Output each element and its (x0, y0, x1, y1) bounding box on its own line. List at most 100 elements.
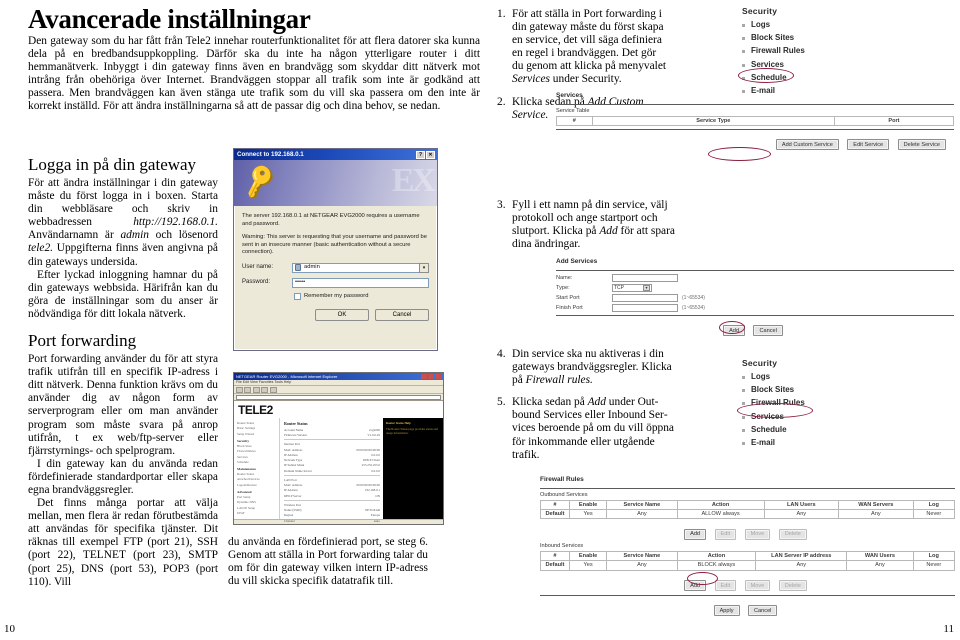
sidebar-item-block-sites[interactable]: Block Sites (742, 33, 805, 42)
field-finish-port-row: Finish Port (1~65534) (556, 304, 954, 312)
add-services-buttons: Add Cancel (556, 319, 954, 337)
type-select[interactable]: TCP ▾ (612, 284, 652, 292)
sidebar-item-firewall-rules[interactable]: Firewall Rules (742, 398, 805, 407)
back-icon[interactable] (235, 386, 243, 393)
sidebar-item-schedule[interactable]: Schedule (742, 425, 805, 434)
status-row: MAC Address 00:00:00:00:00:00 (284, 447, 380, 452)
dialog-footer: OK Cancel (234, 308, 437, 321)
security-menu-title: Security (742, 358, 778, 368)
inbound-add-button[interactable]: Add (684, 580, 707, 591)
divider (284, 439, 380, 441)
finish-port-input[interactable] (612, 304, 678, 312)
step-number: 1. (497, 8, 506, 20)
step-number: 4. (497, 348, 506, 360)
nav-item[interactable]: Attached Devices (237, 477, 276, 481)
section-heading-login: Logga in på din gateway (28, 155, 197, 174)
outbound-services-label: Outbound Services (540, 492, 588, 498)
cancel-button[interactable]: Cancel (753, 325, 783, 336)
col-action: Action (676, 499, 765, 510)
nav-item[interactable]: Services (237, 455, 276, 459)
nav-item[interactable]: LAN IP Setup (237, 506, 276, 510)
nav-item[interactable]: Basic Settings (237, 426, 276, 430)
step-item: 3. Fyll i ett namn på din service, välj … (497, 199, 675, 251)
home-icon[interactable] (269, 386, 277, 393)
table-row: Default Yes Any BLOCK always Any Any Nev… (540, 560, 956, 571)
close-icon[interactable] (435, 374, 441, 379)
page-number-left: 10 (4, 623, 15, 635)
sidebar-item-email[interactable]: E-mail (742, 438, 805, 447)
maximize-icon[interactable] (428, 374, 434, 379)
sidebar-item-logs[interactable]: Logs (742, 20, 805, 29)
field-name-row: Name: (556, 274, 954, 282)
minimize-icon[interactable] (421, 374, 427, 379)
divider (540, 488, 955, 489)
nav-item[interactable]: Setup Wizard (237, 432, 276, 436)
chevron-down-icon[interactable]: ▾ (419, 262, 429, 273)
stop-icon[interactable] (252, 386, 260, 393)
status-row: LAN Port (284, 477, 297, 482)
sidebar-item-services[interactable]: Services (742, 60, 805, 69)
add-custom-service-button[interactable]: Add Custom Service (775, 139, 839, 151)
sidebar-item-schedule[interactable]: Schedule (742, 73, 805, 82)
outbound-buttons: Add Edit Move Delete (540, 522, 955, 540)
page-number-right: 11 (943, 623, 954, 635)
outbound-services-table: # Enable Service Name Action LAN Users W… (540, 499, 956, 520)
cancel-button[interactable]: Cancel (375, 308, 429, 321)
status-row: Account Name evg2000 (284, 428, 380, 432)
divider (556, 314, 954, 316)
type-select-value: TCP (614, 284, 624, 291)
col-log: Log (912, 550, 956, 562)
sidebar-item-block-sites[interactable]: Block Sites (742, 385, 805, 394)
nav-item[interactable]: Schedule (237, 460, 276, 464)
help-icon[interactable]: ? (416, 150, 425, 159)
nav-item[interactable]: UPnP (237, 511, 276, 515)
outbound-add-button[interactable]: Add (684, 528, 707, 540)
username-input[interactable]: admin (292, 262, 420, 273)
nav-item[interactable]: Dynamic DNS (237, 500, 276, 504)
forward-icon[interactable] (244, 386, 251, 393)
remember-password-checkbox[interactable]: Remember my password (294, 293, 429, 301)
cell-wan-servers: Any (838, 508, 914, 520)
nav-group-title: Security (237, 438, 250, 443)
status-row: IP Address 0.0.0.0 (284, 452, 380, 457)
col-hash: # (540, 550, 570, 562)
auth-dialog-screenshot: Connect to 192.168.0.1 ? ✕ 🔑 EX The serv… (233, 148, 438, 351)
firewall-rules-screenshot: Firewall Rules Outbound Services # Enabl… (540, 476, 956, 622)
cell-action: BLOCK always (676, 560, 757, 571)
delete-service-button[interactable]: Delete Service (897, 139, 946, 151)
browser-addressbar (234, 394, 443, 401)
password-input[interactable]: ••••• (292, 277, 429, 288)
refresh-icon[interactable] (261, 386, 268, 393)
services-page-screenshot: Services Service Table # Service Type Po… (556, 92, 955, 170)
help-text: The Router Status page provides status a… (386, 427, 438, 435)
nav-item[interactable]: Logout/Restore (237, 483, 276, 487)
inbound-delete-button: Delete (778, 580, 807, 591)
nav-item[interactable]: Router Status (237, 421, 276, 425)
sidebar-item-firewall-rules[interactable]: Firewall Rules (742, 46, 805, 55)
cancel-button[interactable]: Cancel (748, 605, 778, 616)
col-log: Log (912, 499, 956, 510)
sidebar-item-services[interactable]: Services (742, 412, 805, 421)
dialog-title: Connect to 192.168.0.1 (237, 151, 304, 158)
divider (556, 270, 954, 271)
inbound-services-table: # Enable Service Name Action LAN Server … (540, 550, 956, 571)
nav-item[interactable]: Port Setup (237, 495, 276, 499)
cell-service-name: Any (606, 508, 678, 520)
sidebar-item-logs[interactable]: Logs (742, 372, 805, 381)
name-input[interactable] (612, 274, 678, 282)
address-input[interactable] (236, 394, 441, 400)
edit-service-button[interactable]: Edit Service (847, 139, 890, 151)
section-heading-portforwarding: Port forwarding (28, 331, 137, 351)
username-label: User name: (242, 264, 274, 271)
nav-item[interactable]: Block Sites (237, 444, 276, 448)
nav-item[interactable]: Firewall Rules (237, 449, 276, 453)
col-wan-users: WAN Users (846, 550, 914, 562)
start-port-input[interactable] (612, 294, 678, 302)
section-pf-para-3: Det finns många portar att välja mellan,… (28, 497, 218, 588)
step-item: 4. Din service ska nu aktiveras i din ga… (497, 348, 677, 387)
add-button[interactable]: Add (723, 325, 746, 336)
nav-item[interactable]: Router Status (237, 472, 276, 476)
close-icon[interactable]: ✕ (426, 150, 435, 159)
apply-button[interactable]: Apply (713, 605, 740, 616)
ok-button[interactable]: OK (315, 308, 369, 321)
